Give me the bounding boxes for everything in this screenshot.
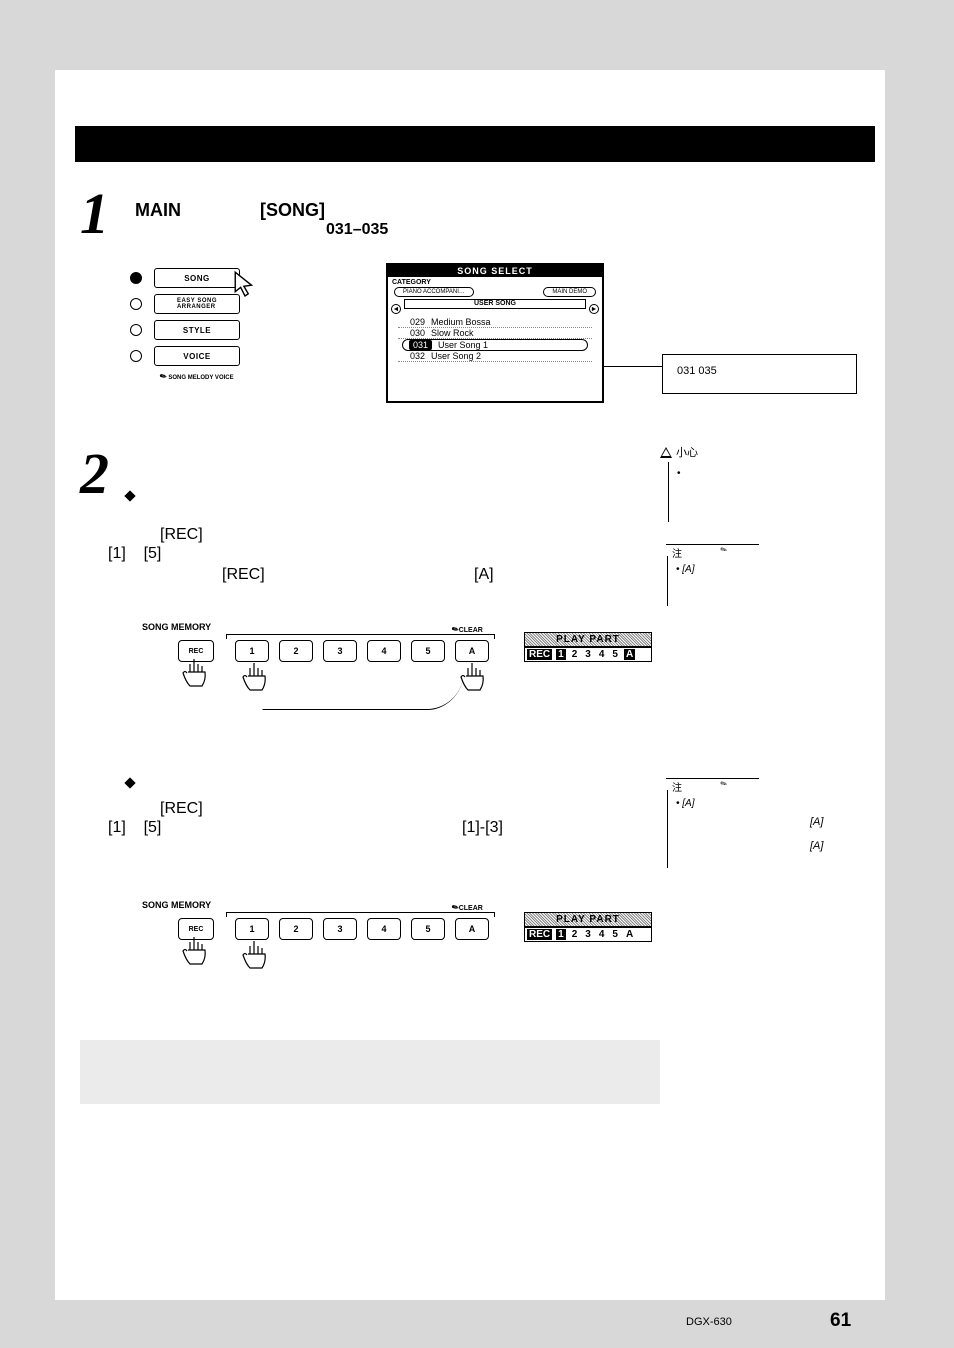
note-right-a2: [A] [810,840,823,852]
rec-label-sub: [REC] [160,800,203,818]
step-number-1: 1 [80,180,109,247]
song-label: [SONG] [260,200,325,221]
hand-press-icon [180,934,210,970]
track-a-button[interactable]: A [455,640,489,662]
track-4-button-2[interactable]: 4 [367,918,401,940]
note-body-1: • [A] [667,556,847,606]
main-label: MAIN [135,200,181,221]
pp-rec: REC [527,649,552,660]
song-memory-label-2: SONG MEMORY [142,900,211,910]
style-button[interactable]: STYLE [154,320,240,340]
rec-label-2: [REC] [222,566,265,584]
rec-label: [REC] [160,526,203,544]
track-3-button[interactable]: 3 [323,640,357,662]
led-off-icon [130,298,142,310]
easy-song-arranger-button[interactable]: EASY SONGARRANGER [154,294,240,314]
callout-line [603,366,663,367]
note-box-range: 031 035 [662,354,857,394]
play-part-panel: PLAY PART REC 1 2 3 4 5 A [524,632,652,662]
pp-a-2: A [624,929,635,940]
warning-triangle-icon [660,447,672,458]
lcd-row: 029Medium Bossa [398,317,592,328]
lcd-row: 032User Song 2 [398,351,592,362]
arrow-left-icon: ◄ [391,304,401,314]
caution-heading: 小心 [660,444,698,460]
pp-4: 4 [597,649,607,660]
gray-info-box [80,1040,660,1104]
note-body-2: • [A] [667,790,867,868]
track-2-button[interactable]: 2 [279,640,313,662]
hand-press-icon [240,938,270,974]
pp-3: 3 [583,649,593,660]
pp-2-2: 2 [570,929,580,940]
lcd-title: SONG SELECT [388,265,602,277]
step-number-2: 2 [80,440,109,507]
pp-a: A [624,649,635,660]
hand-press-icon [458,660,488,696]
pp-3-2: 3 [583,929,593,940]
track-a-button-2[interactable]: A [455,918,489,940]
lcd-screen: SONG SELECT CATEGORY PIANO ACCOMPANI… MA… [386,263,604,403]
range-label: 031–035 [326,221,388,239]
track-4-button[interactable]: 4 [367,640,401,662]
mode-buttons-group: SONG EASY SONGARRANGER STYLE VOICE ✎ SON… [130,268,240,381]
play-part-panel-2: PLAY PART REC 1 2 3 4 5 A [524,912,652,942]
lcd-row: 030Slow Rock [398,328,592,339]
pp-1-2: 1 [556,929,566,940]
nums-label-sub: [1] [5] [108,819,161,837]
lcd-subcategory: ◄ USER SONG ► [404,299,586,309]
song-button[interactable]: SONG [154,268,240,288]
nums-label: [1] [5] [108,545,161,563]
hand-press-icon [180,656,210,692]
caution-body: • [668,462,838,522]
pp-rec-2: REC [527,929,552,940]
arrow-right-icon: ► [589,304,599,314]
clear-label: ✎CLEAR [452,625,483,634]
voice-button[interactable]: VOICE [154,346,240,366]
pp-4-2: 4 [597,929,607,940]
a-label: [A] [474,566,494,584]
lcd-song-list: 029Medium Bossa 030Slow Rock 031User Son… [398,317,592,362]
lcd-tab-left: PIANO ACCOMPANI… [394,287,474,297]
led-on-icon [130,272,142,284]
note-right-a1: [A] [810,816,823,828]
track-3-button-2[interactable]: 3 [323,918,357,940]
pp-1: 1 [556,649,566,660]
section-header-bar [75,126,875,162]
track-2-button-2[interactable]: 2 [279,918,313,940]
pp-5: 5 [610,649,620,660]
arc-arrow [262,680,462,710]
play-part-title-2: PLAY PART [524,912,652,927]
lcd-row-selected: 031User Song 1 [402,339,588,351]
song-memory-label: SONG MEMORY [142,622,211,632]
pointer-cursor-icon [232,270,258,300]
track-5-button[interactable]: 5 [411,640,445,662]
lcd-tab-right: MAIN DEMO [543,287,596,297]
lcd-category-label: CATEGORY [392,279,602,286]
track-1-button-2[interactable]: 1 [235,918,269,940]
track-5-button-2[interactable]: 5 [411,918,445,940]
pp-2: 2 [570,649,580,660]
play-part-title: PLAY PART [524,632,652,647]
footer-model: DGX-630 [686,1316,732,1328]
clear-label-2: ✎CLEAR [452,903,483,912]
led-off-icon [130,350,142,362]
led-off-icon [130,324,142,336]
track-1-button[interactable]: 1 [235,640,269,662]
range-label-sub: [1]-[3] [462,819,503,837]
song-melody-voice-label: ✎ SONG MELODY VOICE [160,372,240,381]
pp-5-2: 5 [610,929,620,940]
footer-page-number: 61 [830,1310,851,1332]
